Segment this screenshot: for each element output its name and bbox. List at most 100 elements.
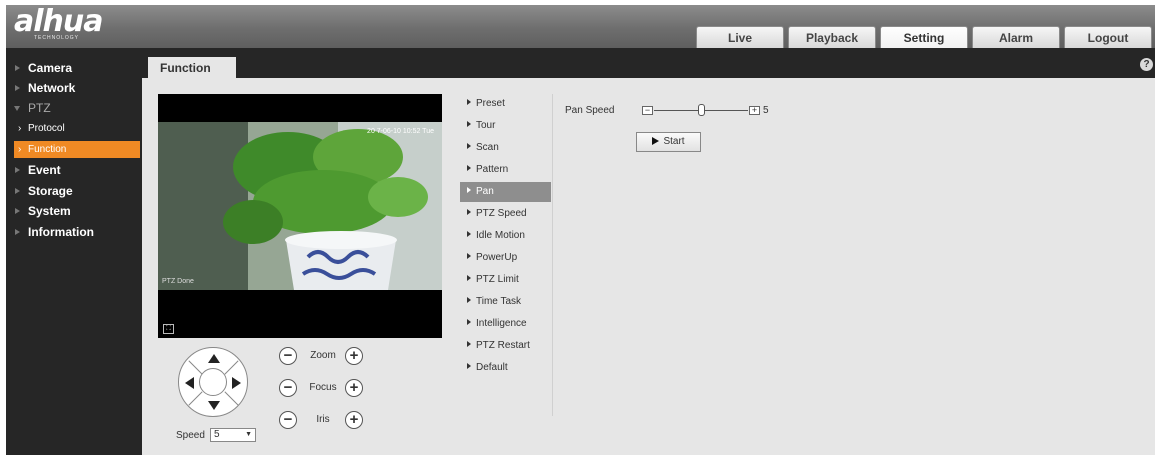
pan-up-arrow-icon[interactable] <box>208 354 220 363</box>
func-item-intelligence[interactable]: Intelligence <box>460 314 551 334</box>
triangle-right-icon <box>467 187 471 193</box>
func-item-label: Pan <box>476 186 494 197</box>
func-item-label: PTZ Speed <box>476 208 527 219</box>
focus-label: Focus <box>309 382 337 393</box>
start-button[interactable]: Start <box>636 132 701 152</box>
speed-select[interactable]: 5 ▼ <box>210 428 256 442</box>
tab-alarm[interactable]: Alarm <box>972 26 1060 50</box>
chevron-down-icon: ▼ <box>245 431 252 438</box>
pan-speed-slider-handle[interactable] <box>697 104 705 116</box>
triangle-right-icon <box>467 275 471 281</box>
sidebar: Camera Network PTZ › Protocol › Function… <box>6 48 142 455</box>
func-item-label: Time Task <box>476 296 522 307</box>
iris-open-button[interactable]: + <box>345 411 363 429</box>
func-item-scan[interactable]: Scan <box>460 138 551 158</box>
tab-logout[interactable]: Logout <box>1064 26 1152 50</box>
triangle-right-icon <box>467 209 471 215</box>
content-tab-bar: Function ? <box>142 48 1155 79</box>
expand-arrow-icon <box>15 188 20 194</box>
brand-logo: alhua TECHNOLOGY <box>14 4 103 42</box>
func-item-preset[interactable]: Preset <box>460 94 551 114</box>
sidebar-item-ptz[interactable]: PTZ <box>6 98 142 118</box>
zoom-out-button[interactable]: − <box>279 347 297 365</box>
divider <box>224 360 239 375</box>
func-item-label: Pattern <box>476 164 509 175</box>
func-item-default[interactable]: Default <box>460 358 551 378</box>
ptz-direction-pad <box>178 347 248 417</box>
top-header: alhua TECHNOLOGY Live Playback Setting A… <box>6 4 1155 50</box>
pan-right-arrow-icon[interactable] <box>232 377 241 389</box>
pan-down-arrow-icon[interactable] <box>208 401 220 410</box>
func-item-time-task[interactable]: Time Task <box>460 292 551 312</box>
func-item-ptz-limit[interactable]: PTZ Limit <box>460 270 551 290</box>
triangle-right-icon <box>467 143 471 149</box>
triangle-right-icon <box>467 121 471 127</box>
speed-select-value: 5 <box>214 429 220 440</box>
pan-left-arrow-icon[interactable] <box>185 377 194 389</box>
func-item-label: PTZ Limit <box>476 274 519 285</box>
func-item-powerup[interactable]: PowerUp <box>460 248 551 268</box>
video-status-label: PTZ Done <box>162 278 194 285</box>
focus-in-button[interactable]: + <box>345 379 363 397</box>
auto-pan-center-button[interactable] <box>199 368 227 396</box>
func-item-label: Idle Motion <box>476 230 525 241</box>
divider <box>224 391 239 406</box>
divider <box>188 391 203 406</box>
fullscreen-icon[interactable]: ⛶ <box>163 324 174 334</box>
func-item-ptz-speed[interactable]: PTZ Speed <box>460 204 551 224</box>
iris-close-button[interactable]: − <box>279 411 297 429</box>
sidebar-item-camera[interactable]: Camera <box>6 58 142 78</box>
triangle-right-icon <box>467 99 471 105</box>
sidebar-subitem-protocol[interactable]: › Protocol <box>14 120 140 137</box>
func-item-label: PowerUp <box>476 252 518 263</box>
sidebar-item-label: PTZ <box>28 101 51 115</box>
sidebar-item-system[interactable]: System <box>6 201 142 221</box>
pan-speed-decrease-button[interactable]: − <box>642 106 653 115</box>
divider <box>188 360 203 375</box>
triangle-right-icon <box>467 165 471 171</box>
sidebar-subitem-label: Function <box>28 144 67 155</box>
func-item-label: Preset <box>476 98 505 109</box>
video-timestamp: 20 7-06-10 10:52 Tue <box>367 128 434 135</box>
expand-arrow-icon <box>15 85 20 91</box>
help-icon[interactable]: ? <box>1140 58 1153 71</box>
triangle-right-icon <box>467 363 471 369</box>
func-item-pan[interactable]: Pan <box>460 182 551 202</box>
camera-feed: 20 7-06-10 10:52 Tue PTZ Done <box>158 122 442 290</box>
sidebar-item-storage[interactable]: Storage <box>6 181 142 201</box>
func-item-ptz-restart[interactable]: PTZ Restart <box>460 336 551 356</box>
pan-speed-label: Pan Speed <box>565 105 615 116</box>
plant-scene-image <box>158 122 442 290</box>
func-item-idle-motion[interactable]: Idle Motion <box>460 226 551 246</box>
func-item-tour[interactable]: Tour <box>460 116 551 136</box>
play-icon <box>652 137 660 145</box>
func-item-label: Tour <box>476 120 496 131</box>
sidebar-item-network[interactable]: Network <box>6 78 142 98</box>
tab-setting[interactable]: Setting <box>880 26 968 50</box>
expand-arrow-icon <box>15 229 20 235</box>
pan-speed-increase-button[interactable]: + <box>749 106 760 115</box>
iris-label: Iris <box>316 414 330 425</box>
tab-live[interactable]: Live <box>696 26 784 50</box>
sidebar-subitem-label: Protocol <box>28 123 65 134</box>
sidebar-item-event[interactable]: Event <box>6 160 142 180</box>
tab-function[interactable]: Function <box>148 57 236 79</box>
sidebar-subitem-function[interactable]: › Function <box>14 141 140 158</box>
sidebar-item-label: Storage <box>28 184 73 198</box>
sidebar-item-information[interactable]: Information <box>6 222 142 242</box>
expand-arrow-icon <box>15 208 20 214</box>
zoom-in-button[interactable]: + <box>345 347 363 365</box>
sidebar-item-label: System <box>28 204 71 218</box>
tab-playback[interactable]: Playback <box>788 26 876 50</box>
speed-label: Speed <box>176 430 205 441</box>
func-item-label: Scan <box>476 142 499 153</box>
chevron-right-icon: › <box>18 123 22 134</box>
sidebar-item-label: Network <box>28 81 76 95</box>
logo-text: alhua <box>14 4 103 39</box>
focus-out-button[interactable]: − <box>279 379 297 397</box>
func-item-label: Intelligence <box>476 318 527 329</box>
sidebar-item-label: Event <box>28 163 61 177</box>
sidebar-item-label: Information <box>28 225 94 239</box>
func-item-pattern[interactable]: Pattern <box>460 160 551 180</box>
triangle-right-icon <box>467 341 471 347</box>
